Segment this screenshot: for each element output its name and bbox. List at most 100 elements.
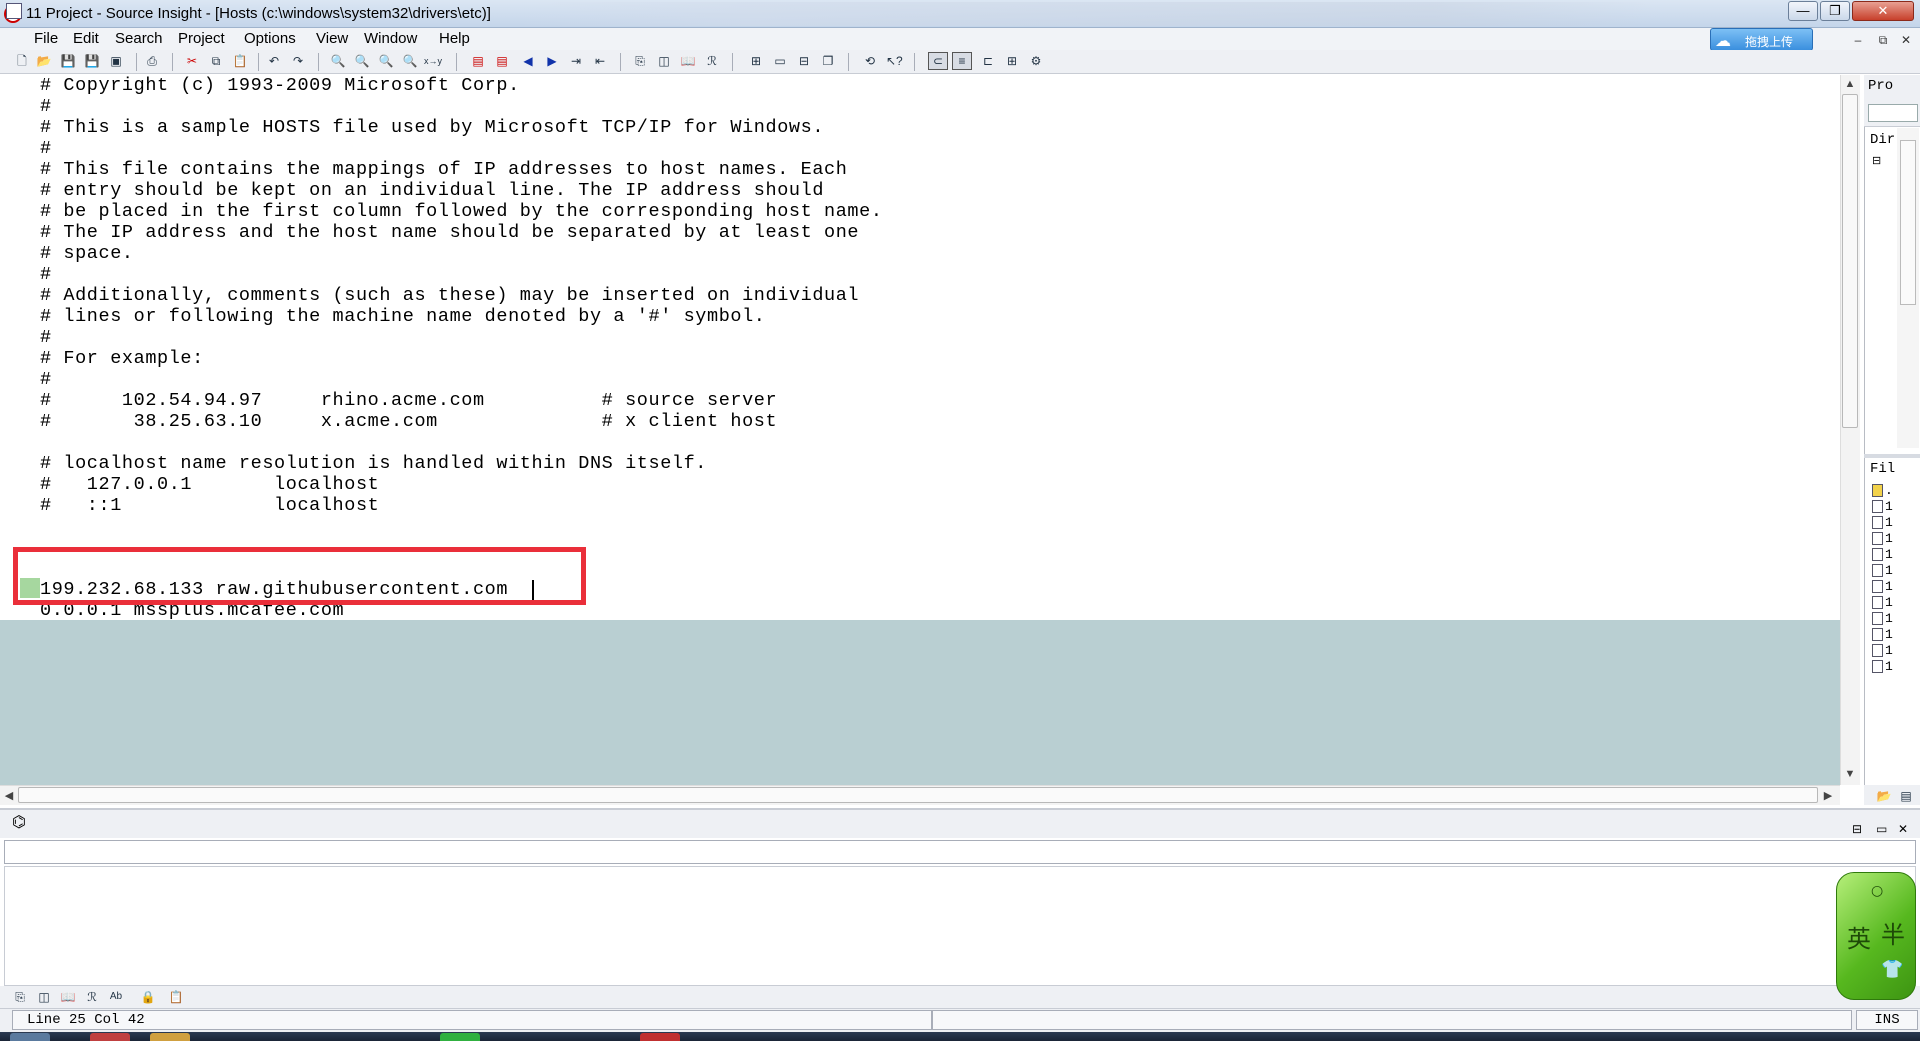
file-list-item[interactable]: 1 bbox=[1872, 563, 1918, 579]
cut-icon[interactable]: ✂ bbox=[184, 53, 200, 69]
scroll-left-arrow-icon[interactable]: ◀ bbox=[3, 789, 15, 802]
menu-options[interactable]: Options bbox=[244, 30, 296, 47]
file-list-item[interactable]: . bbox=[1872, 483, 1918, 499]
list-view-icon[interactable]: ▤ bbox=[1898, 788, 1914, 804]
mdi-restore-button[interactable]: ⧉ bbox=[1873, 31, 1893, 49]
cascade-windows-icon[interactable]: ❐ bbox=[820, 53, 836, 69]
find-icon[interactable]: 🔍 bbox=[330, 53, 346, 69]
mdi-close-button[interactable]: ✕ bbox=[1896, 31, 1916, 49]
minimize-button[interactable]: — bbox=[1788, 1, 1818, 21]
panel-close-icon[interactable]: ✕ bbox=[1898, 822, 1908, 836]
menu-project[interactable]: Project bbox=[178, 30, 225, 47]
settings-icon[interactable]: ⚙ bbox=[1028, 53, 1044, 69]
jump-back-icon[interactable]: ⇤ bbox=[592, 53, 608, 69]
lock-icon[interactable]: 🔒 bbox=[140, 989, 156, 1005]
menu-edit[interactable]: Edit bbox=[73, 30, 99, 47]
menu-window[interactable]: Window bbox=[364, 30, 417, 47]
panel-restore-icon[interactable]: ▭ bbox=[1876, 822, 1887, 836]
symbol-window-icon[interactable]: ⎘ bbox=[12, 989, 28, 1005]
project-combo-box[interactable] bbox=[1868, 104, 1918, 122]
maximize-button[interactable]: ❐ bbox=[1820, 1, 1850, 21]
relation-input[interactable] bbox=[4, 840, 1916, 864]
taskbar-app[interactable] bbox=[90, 1033, 130, 1041]
close-file-icon[interactable]: ▣ bbox=[108, 53, 124, 69]
taskbar-app[interactable] bbox=[640, 1033, 680, 1041]
close-button[interactable]: ✕ bbox=[1852, 1, 1914, 21]
panel-pin-icon[interactable]: ⊟ bbox=[1852, 822, 1862, 836]
context-window-icon[interactable]: 📖 bbox=[60, 989, 76, 1005]
file-list-item[interactable]: 1 bbox=[1872, 659, 1918, 675]
menu-help[interactable]: Help bbox=[439, 30, 470, 47]
scroll-right-arrow-icon[interactable]: ▶ bbox=[1822, 789, 1834, 802]
replace-icon[interactable]: x→y bbox=[424, 53, 442, 69]
symbol-window-icon[interactable]: ⎘ bbox=[632, 53, 648, 69]
file-list-header[interactable]: Fil bbox=[1870, 461, 1895, 477]
back-arrow-icon[interactable]: ◀ bbox=[520, 53, 536, 69]
find-files-icon[interactable]: 🔍 bbox=[378, 53, 394, 69]
insert-mode-indicator[interactable]: INS bbox=[1856, 1010, 1918, 1030]
vertical-scroll-thumb[interactable] bbox=[1842, 94, 1858, 428]
jump-icon[interactable]: ⇥ bbox=[568, 53, 584, 69]
copy-icon[interactable]: ⧉ bbox=[208, 53, 224, 69]
font-icon[interactable]: Ab bbox=[108, 989, 124, 1005]
file-list-item[interactable]: 1 bbox=[1872, 579, 1918, 595]
directory-scroll-thumb[interactable] bbox=[1900, 140, 1916, 305]
taskbar-app[interactable] bbox=[150, 1033, 190, 1041]
taskbar-start-button[interactable] bbox=[10, 1033, 50, 1041]
open-folder-icon[interactable]: 📂 bbox=[36, 53, 52, 69]
relation-window-icon[interactable]: ⌬ bbox=[12, 812, 42, 834]
find-references-icon[interactable]: 🔍 bbox=[402, 53, 418, 69]
file-list-item[interactable]: 1 bbox=[1872, 515, 1918, 531]
undo-icon[interactable]: ↶ bbox=[266, 53, 282, 69]
tree-collapse-icon[interactable]: ⊟ bbox=[1872, 154, 1881, 167]
project-window-icon[interactable]: ◫ bbox=[36, 989, 52, 1005]
refresh-icon[interactable]: ⟲ bbox=[862, 53, 878, 69]
menu-search[interactable]: Search bbox=[115, 30, 163, 47]
relation-window-icon[interactable]: ℛ bbox=[704, 53, 720, 69]
layout-horizontal-icon[interactable]: ▭ bbox=[772, 53, 788, 69]
menu-file[interactable]: File bbox=[34, 30, 58, 47]
layout-tile-icon[interactable]: ⊞ bbox=[1004, 53, 1020, 69]
paste-icon[interactable]: 📋 bbox=[232, 53, 248, 69]
print-icon[interactable]: ⎙ bbox=[144, 53, 160, 69]
file-list-item[interactable]: 1 bbox=[1872, 595, 1918, 611]
project-window-icon[interactable]: ◫ bbox=[656, 53, 672, 69]
upload-button[interactable]: ☁ 拖拽上传 bbox=[1710, 28, 1813, 51]
bookmark-list-icon[interactable]: ▤ bbox=[494, 53, 510, 69]
scroll-up-arrow-icon[interactable]: ▲ bbox=[1842, 78, 1858, 90]
directory-header[interactable]: Dir bbox=[1870, 132, 1895, 148]
file-list-item[interactable]: 1 bbox=[1872, 531, 1918, 547]
file-list-item[interactable]: 1 bbox=[1872, 611, 1918, 627]
menu-view[interactable]: View bbox=[316, 30, 348, 47]
context-window-icon[interactable]: 📖 bbox=[680, 53, 696, 69]
relation-window-icon[interactable]: ℛ bbox=[84, 989, 100, 1005]
layout-split-icon[interactable]: ⊟ bbox=[796, 53, 812, 69]
layout-grid-icon[interactable]: ⊞ bbox=[748, 53, 764, 69]
save-icon[interactable]: 💾 bbox=[60, 53, 76, 69]
file-list-item[interactable]: 1 bbox=[1872, 499, 1918, 515]
new-file-icon[interactable]: 🗋 bbox=[14, 53, 30, 69]
horizontal-scroll-thumb[interactable] bbox=[18, 787, 1818, 803]
save-all-icon[interactable]: 💾 bbox=[84, 53, 100, 69]
taskbar-app[interactable] bbox=[440, 1033, 480, 1041]
browse-mode-icon[interactable]: ⊂ bbox=[928, 52, 948, 70]
browse-files-icon[interactable]: 📂 bbox=[1876, 788, 1892, 804]
bookmark-icon[interactable]: ▤ bbox=[470, 53, 486, 69]
document-icon[interactable] bbox=[6, 3, 22, 19]
clipboard-icon[interactable]: 📋 bbox=[168, 989, 184, 1005]
tree-icon[interactable]: ⊏ bbox=[980, 53, 996, 69]
file-list-item[interactable]: 1 bbox=[1872, 643, 1918, 659]
file-list-item-label: 1 bbox=[1885, 499, 1893, 514]
outline-mode-icon[interactable]: ≡ bbox=[952, 52, 972, 70]
ime-status-widget[interactable]: ○ 英 半 👕 bbox=[1836, 872, 1916, 1000]
redo-icon[interactable]: ↷ bbox=[290, 53, 306, 69]
mdi-minimize-button[interactable]: – bbox=[1848, 31, 1868, 49]
scroll-down-arrow-icon[interactable]: ▼ bbox=[1842, 768, 1858, 780]
code-editor[interactable]: # Copyright (c) 1993-2009 Microsoft Corp… bbox=[40, 75, 1840, 620]
file-list-item[interactable]: 1 bbox=[1872, 627, 1918, 643]
context-help-icon[interactable]: ↖? bbox=[886, 53, 903, 69]
find-next-icon[interactable]: 🔍 bbox=[354, 53, 370, 69]
file-list-item[interactable]: 1 bbox=[1872, 547, 1918, 563]
forward-arrow-icon[interactable]: ▶ bbox=[544, 53, 560, 69]
panel-splitter[interactable] bbox=[1864, 454, 1920, 458]
